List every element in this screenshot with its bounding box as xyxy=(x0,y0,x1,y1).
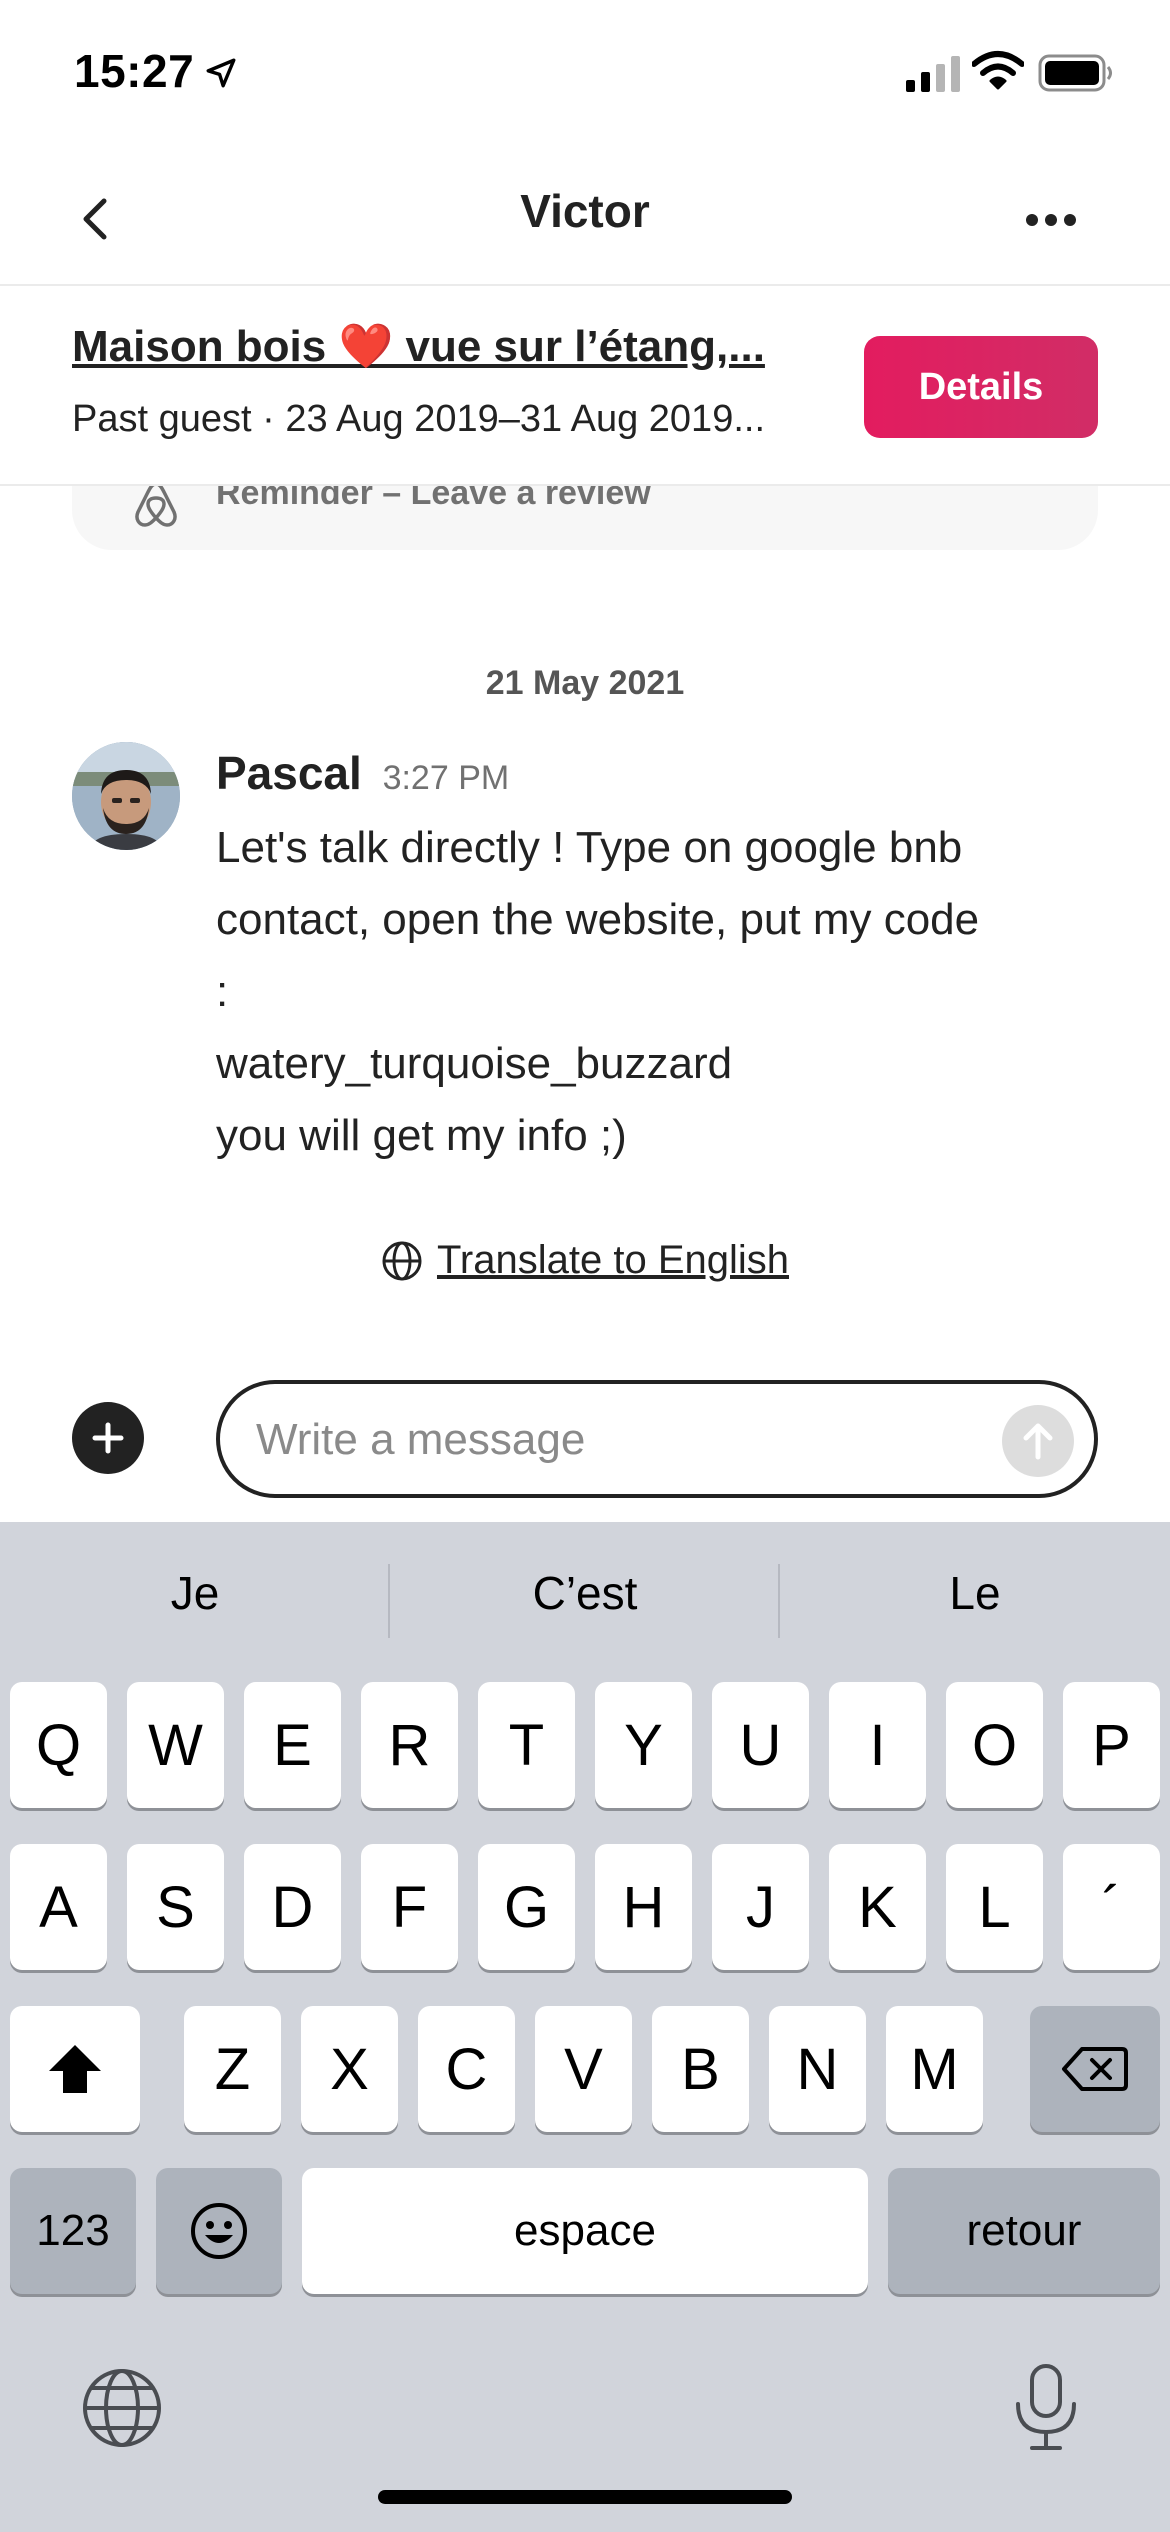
message-input[interactable] xyxy=(256,1404,976,1476)
key-m[interactable]: M xyxy=(886,2006,983,2132)
key-x[interactable]: X xyxy=(301,2006,398,2132)
emoji-key[interactable] xyxy=(156,2168,282,2294)
translate-label: Translate to English xyxy=(436,1238,790,1282)
suggestion-3[interactable]: Le xyxy=(780,1566,1170,1620)
key-i[interactable]: I xyxy=(829,1682,926,1808)
key-h[interactable]: H xyxy=(595,1844,692,1970)
listing-title[interactable]: Maison bois ❤️ vue sur l’étang,... xyxy=(72,320,812,372)
return-key[interactable]: retour xyxy=(888,2168,1160,2294)
shift-key[interactable] xyxy=(10,2006,140,2132)
page-title: Victor xyxy=(520,185,650,237)
globe-icon xyxy=(83,2369,161,2447)
translate-link[interactable]: Translate to English xyxy=(0,1238,1170,1283)
key-q[interactable]: Q xyxy=(10,1682,107,1808)
key-z[interactable]: Z xyxy=(184,2006,281,2132)
wifi-icon xyxy=(972,51,1024,90)
listing-banner: Maison bois ❤️ vue sur l’étang,... Past … xyxy=(0,288,1170,486)
key-b[interactable]: B xyxy=(652,2006,749,2132)
emoji-icon xyxy=(191,2203,247,2259)
key-e[interactable]: E xyxy=(244,1682,341,1808)
listing-subtitle: Past guest · 23 Aug 2019–31 Aug 2019... xyxy=(72,398,765,440)
send-button[interactable] xyxy=(1002,1405,1074,1477)
key-r[interactable]: R xyxy=(361,1682,458,1808)
key-o[interactable]: O xyxy=(946,1682,1043,1808)
location-arrow-icon xyxy=(206,58,236,88)
avatar[interactable] xyxy=(72,742,180,850)
key-acute-accent[interactable]: ´ xyxy=(1063,1844,1160,1970)
globe-icon xyxy=(382,1241,422,1280)
message-time: 3:27 PM xyxy=(382,759,510,797)
suggestion-2[interactable]: C’est xyxy=(390,1566,780,1620)
more-options-button[interactable] xyxy=(1016,190,1086,250)
key-w[interactable]: W xyxy=(127,1682,224,1808)
key-s[interactable]: S xyxy=(127,1844,224,1970)
keyboard: Je C’est Le Q W E R T Y U I O P A S D F … xyxy=(0,1522,1170,2532)
numbers-key[interactable]: 123 xyxy=(10,2168,136,2294)
status-bar: 15:27 xyxy=(0,0,1170,150)
more-horizontal-icon xyxy=(1026,214,1076,226)
key-p[interactable]: P xyxy=(1063,1682,1160,1808)
key-t[interactable]: T xyxy=(478,1682,575,1808)
key-y[interactable]: Y xyxy=(595,1682,692,1808)
key-c[interactable]: C xyxy=(418,2006,515,2132)
home-indicator xyxy=(378,2490,792,2504)
plus-icon xyxy=(92,1422,124,1454)
key-d[interactable]: D xyxy=(244,1844,341,1970)
suggestion-1[interactable]: Je xyxy=(0,1566,390,1620)
date-separator: 21 May 2021 xyxy=(485,664,685,702)
arrow-up-icon xyxy=(1023,1423,1053,1460)
key-a[interactable]: A xyxy=(10,1844,107,1970)
key-n[interactable]: N xyxy=(769,2006,866,2132)
backspace-icon xyxy=(1062,2047,1128,2091)
suggestion-bar: Je C’est Le xyxy=(0,1522,1170,1682)
key-v[interactable]: V xyxy=(535,2006,632,2132)
message-body: Let's talk directly ! Type on google bnb… xyxy=(216,823,980,1160)
message-sender: Pascal 3:27 PM xyxy=(216,746,509,800)
key-j[interactable]: J xyxy=(712,1844,809,1970)
key-k[interactable]: K xyxy=(829,1844,926,1970)
nav-header: Victor xyxy=(0,150,1170,286)
battery-icon xyxy=(1038,54,1112,92)
key-f[interactable]: F xyxy=(361,1844,458,1970)
key-u[interactable]: U xyxy=(712,1682,809,1808)
delete-key[interactable] xyxy=(1030,2006,1160,2132)
status-time: 15:27 xyxy=(74,45,195,97)
key-g[interactable]: G xyxy=(478,1844,575,1970)
microphone-icon xyxy=(1016,2364,1076,2450)
language-switch-button[interactable] xyxy=(80,2366,164,2450)
avatar-photo xyxy=(72,742,180,850)
message-composer xyxy=(216,1380,1098,1498)
sender-name: Pascal xyxy=(216,747,362,799)
space-key[interactable]: espace xyxy=(302,2168,868,2294)
key-l[interactable]: L xyxy=(946,1844,1043,1970)
details-button[interactable]: Details xyxy=(864,336,1098,438)
shift-icon xyxy=(49,2045,101,2093)
add-attachment-button[interactable] xyxy=(72,1402,144,1474)
dictation-button[interactable] xyxy=(1008,2362,1084,2454)
signal-icon xyxy=(906,56,960,92)
